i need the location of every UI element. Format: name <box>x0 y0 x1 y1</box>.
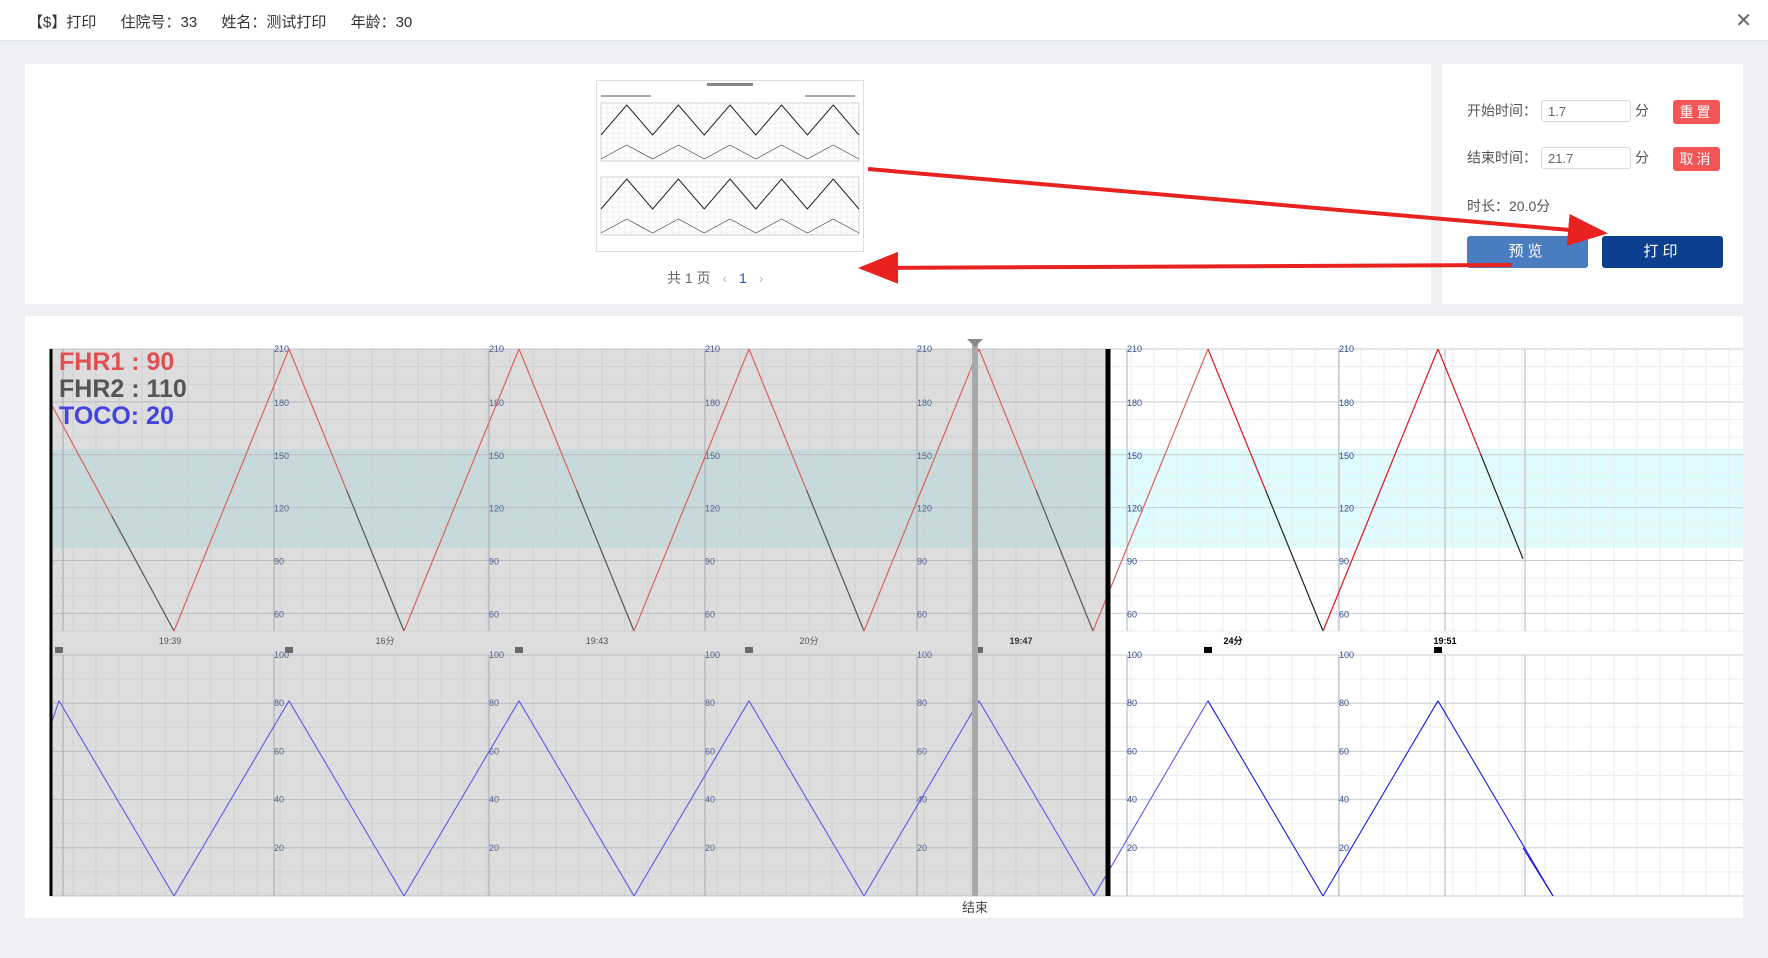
end-time-row: 结束时间： 分 <box>1467 147 1649 169</box>
event-marker <box>1434 647 1442 653</box>
page-total: 共 1 页 <box>667 270 711 286</box>
fhr-tick-label: 210 <box>1339 344 1354 354</box>
event-marker <box>1204 647 1212 653</box>
end-marker-label: 结束 <box>962 900 988 915</box>
fhr-tick-label: 120 <box>1339 504 1354 514</box>
pager: 共 1 页 ‹ 1 › <box>667 268 771 288</box>
patient-name: 姓名：测试打印 <box>221 14 327 31</box>
toco-tick-label: 100 <box>1127 650 1142 660</box>
patient-age: 年龄：30 <box>350 14 413 31</box>
fhr-tick-label: 180 <box>1127 398 1142 408</box>
toco-tick-label: 40 <box>1339 795 1349 805</box>
print-preview-panel: 共 1 页 ‹ 1 › <box>25 64 1431 304</box>
fhr-tick-label: 120 <box>1127 504 1142 514</box>
start-time-label: 开始时间： <box>1467 102 1537 119</box>
end-marker-handle[interactable] <box>967 339 983 347</box>
legend-fhr1: FHR1 : 90 <box>59 348 174 376</box>
fhr-tick-label: 90 <box>1127 557 1137 567</box>
close-icon[interactable]: ✕ <box>1735 8 1752 33</box>
selection-overlay <box>50 349 1107 896</box>
thumb-header-text <box>601 95 651 97</box>
thumb-title <box>707 83 753 86</box>
toco-tick-label: 20 <box>1339 843 1349 853</box>
fhr-tick-label: 180 <box>1339 398 1354 408</box>
time-label: 19:51 <box>1433 636 1456 646</box>
legend-toco: TOCO: 20 <box>59 402 174 430</box>
end-time-label: 结束时间： <box>1467 149 1537 166</box>
thumb-header-text <box>805 95 855 97</box>
print-button[interactable]: 打印 <box>1602 236 1723 268</box>
chevron-right-icon[interactable]: › <box>759 270 764 286</box>
reset-button[interactable]: 重置 <box>1673 100 1720 124</box>
toco-tick-label: 60 <box>1339 746 1349 756</box>
window-title: 【$】打印 <box>28 14 97 31</box>
toco-tick-label: 40 <box>1127 795 1137 805</box>
fhr-tick-label: 60 <box>1339 609 1349 619</box>
cancel-button[interactable]: 取消 <box>1673 147 1720 171</box>
page-number[interactable]: 1 <box>739 270 747 286</box>
end-time-unit: 分 <box>1635 149 1649 166</box>
fhr-tick-label: 60 <box>1127 609 1137 619</box>
ctg-chart-panel: 210 180 150 120 90 60 100 80 60 40 20 210 180 150 120 9… <box>25 316 1743 918</box>
chevron-left-icon[interactable]: ‹ <box>722 270 727 286</box>
end-time-input[interactable] <box>1541 147 1631 169</box>
print-settings-panel: 开始时间： 分 重置 结束时间： 分 取消 时长：20.0分 预览 打印 <box>1442 64 1743 304</box>
fhr-tick-label: 210 <box>1127 344 1142 354</box>
preview-button[interactable]: 预览 <box>1467 236 1588 268</box>
print-preview-thumbnail[interactable] <box>596 80 864 252</box>
toco-tick-label: 100 <box>1339 650 1354 660</box>
start-time-row: 开始时间： 分 <box>1467 100 1649 122</box>
patient-info: 【$】打印 住院号：33 姓名：测试打印 年龄：30 <box>28 11 432 32</box>
toco-tick-label: 80 <box>1127 698 1137 708</box>
ctg-chart[interactable]: 210 180 150 120 90 60 100 80 60 40 20 210 180 150 120 9… <box>25 316 1743 918</box>
fhr-tick-label: 150 <box>1339 451 1354 461</box>
toco-tick-label: 80 <box>1339 698 1349 708</box>
admission-number: 住院号：33 <box>120 14 198 31</box>
start-time-unit: 分 <box>1635 102 1649 119</box>
duration-text: 时长：20.0分 <box>1467 198 1551 214</box>
time-label: 24分 <box>1223 635 1242 646</box>
toco-tick-label: 20 <box>1127 843 1137 853</box>
toco-tick-label: 60 <box>1127 746 1137 756</box>
fhr-tick-label: 90 <box>1339 557 1349 567</box>
start-time-input[interactable] <box>1541 100 1631 122</box>
title-bar: 【$】打印 住院号：33 姓名：测试打印 年龄：30 ✕ <box>0 0 1768 41</box>
legend-fhr2: FHR2 : 110 <box>59 375 187 403</box>
fhr-tick-label: 150 <box>1127 451 1142 461</box>
